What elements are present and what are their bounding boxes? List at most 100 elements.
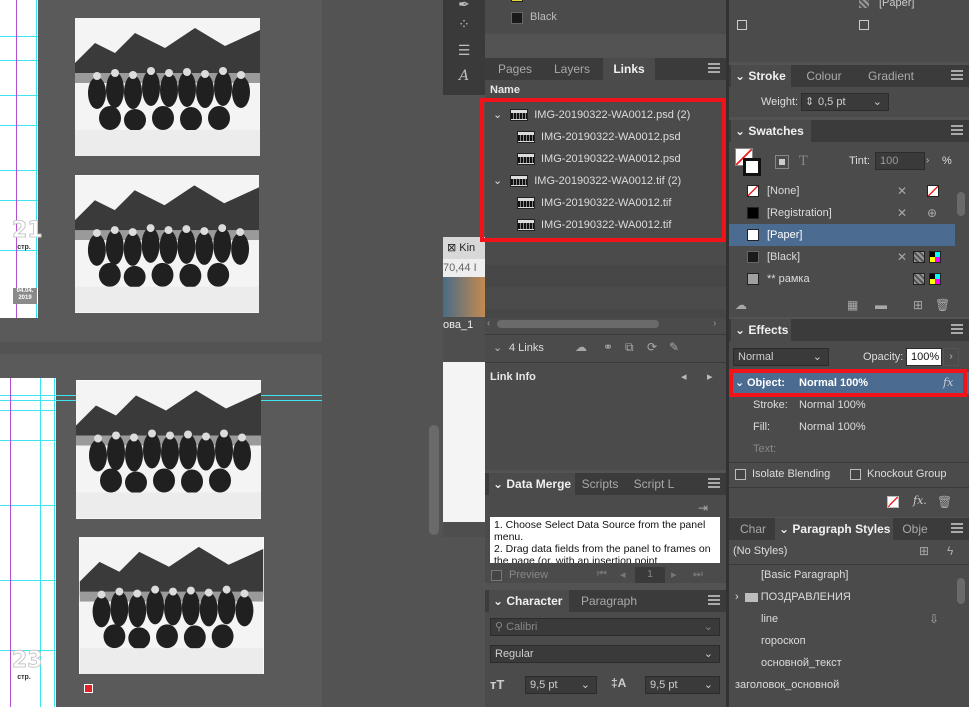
preview-checkbox[interactable]: [491, 570, 502, 581]
list-item[interactable]: [Basic Paragraph]: [729, 564, 955, 586]
clear-effects-icon[interactable]: [887, 496, 899, 508]
tab-paragraph[interactable]: Paragraph: [569, 590, 649, 612]
fx-icon[interactable]: fx.: [913, 494, 927, 507]
panel-menu-icon[interactable]: [708, 478, 720, 488]
close-icon[interactable]: ⊠: [447, 242, 456, 254]
isolate-blending-checkbox[interactable]: [735, 469, 746, 480]
list-item[interactable]: line ⇩: [729, 608, 955, 630]
swatches-scrollbar[interactable]: [957, 192, 965, 216]
tab-character[interactable]: ⌄ Character: [489, 590, 569, 612]
last-record-icon[interactable]: ⏭: [693, 568, 703, 581]
links-column-header[interactable]: Name: [490, 84, 520, 96]
list-item[interactable]: гороскоп: [729, 630, 955, 652]
stroke-weight-field[interactable]: ⇕ 0,5 pt ⌄: [801, 93, 889, 111]
relink-icon[interactable]: ⚭: [603, 340, 613, 354]
chevron-right-icon[interactable]: ›: [926, 152, 936, 170]
formatting-text-icon[interactable]: T: [799, 154, 808, 169]
list-item[interactable]: [Registration] ✕ ⊕: [729, 202, 955, 224]
chevron-down-icon[interactable]: ⌄: [493, 341, 502, 354]
list-item[interactable]: › ПОЗДРАВЛЕНИЯ: [729, 586, 955, 608]
formatting-container-icon[interactable]: [775, 155, 789, 169]
leading-field[interactable]: 9,5 pt ⌄: [645, 676, 720, 694]
document-canvas[interactable]: 21 стр. 04.04. 2019 23 стр.: [0, 0, 443, 707]
trash-icon[interactable]: 🗑: [935, 298, 950, 312]
blend-mode-select[interactable]: Normal ⌄: [733, 348, 829, 366]
chevron-right-icon[interactable]: ›: [713, 318, 716, 329]
data-source-icon[interactable]: ⇥: [698, 501, 708, 515]
stepper-icon[interactable]: ⇕: [805, 94, 814, 110]
list-item[interactable]: основной_текст: [729, 652, 955, 674]
record-number-field[interactable]: 1: [635, 567, 665, 583]
new-folder-icon[interactable]: ▬: [875, 298, 887, 312]
next-icon[interactable]: ▸: [707, 370, 713, 383]
effects-row-text[interactable]: Text:: [729, 438, 969, 460]
tab-script-label[interactable]: Script L: [625, 473, 683, 495]
font-size-field[interactable]: 9,5 pt ⌄: [525, 676, 597, 694]
chevron-left-icon[interactable]: ‹: [487, 318, 490, 329]
list-item[interactable]: [Paper]: [729, 224, 955, 246]
frame-icon[interactable]: [859, 20, 869, 30]
show-swatches-icon[interactable]: ▦: [847, 298, 858, 312]
previous-record-icon[interactable]: ◂: [620, 568, 626, 581]
fill-stroke-proxy-icon[interactable]: [735, 148, 761, 176]
tab-character-styles[interactable]: Char: [731, 518, 775, 540]
tab-swatches[interactable]: ⌄ Swatches: [731, 120, 811, 142]
list-item[interactable]: заголовок_основной: [729, 674, 955, 696]
quick-apply-icon[interactable]: ϟ: [947, 544, 953, 558]
tab-layers[interactable]: Layers: [541, 58, 603, 80]
link-info-label[interactable]: Link Info: [490, 371, 536, 383]
panel-menu-icon[interactable]: [951, 70, 963, 80]
edit-original-icon[interactable]: ✎: [669, 340, 679, 354]
frame-icon[interactable]: [737, 20, 747, 30]
panel-menu-icon[interactable]: [951, 523, 963, 533]
knockout-group-checkbox[interactable]: [850, 469, 861, 480]
tab-object-styles[interactable]: Obje: [893, 518, 937, 540]
overset-text-icon[interactable]: [84, 684, 93, 693]
goto-link-icon[interactable]: ⧉: [625, 340, 634, 354]
tab-effects[interactable]: ⌄ Effects: [731, 319, 791, 341]
tab-links[interactable]: Links: [603, 58, 655, 80]
graph-tool-icon[interactable]: ⁘: [443, 16, 485, 33]
list-item[interactable]: ** рамка: [729, 268, 955, 290]
chevron-right-icon[interactable]: ›: [735, 591, 742, 603]
photo-frame[interactable]: [79, 537, 264, 674]
list-item[interactable]: [None] ✕: [729, 180, 955, 202]
align-tool-icon[interactable]: ☰: [443, 42, 485, 59]
panel-menu-icon[interactable]: [708, 595, 720, 605]
font-family-field[interactable]: ⚲ Calibri ⌄: [490, 618, 720, 636]
trash-icon[interactable]: 🗑: [937, 495, 952, 509]
first-record-icon[interactable]: ⏮: [597, 568, 607, 581]
document-tab[interactable]: ⊠ Kin: [443, 237, 485, 259]
chevron-right-icon[interactable]: ›: [943, 348, 959, 366]
cloud-icon[interactable]: ☁: [735, 298, 747, 312]
tab-scripts[interactable]: Scripts: [575, 473, 625, 495]
photo-frame[interactable]: [75, 18, 260, 156]
panel-menu-icon[interactable]: [708, 63, 720, 73]
tint-field[interactable]: 100: [875, 152, 925, 170]
photo-frame[interactable]: [75, 175, 259, 313]
black-swatch-label[interactable]: Black: [530, 11, 557, 23]
canvas-scrollbar[interactable]: [429, 425, 439, 535]
tab-stroke[interactable]: ⌄ Stroke: [731, 65, 791, 87]
effects-row-fill[interactable]: Fill: Normal 100%: [729, 416, 969, 438]
tab-data-merge[interactable]: ⌄ Data Merge: [489, 473, 575, 495]
tab-paragraph-styles[interactable]: ⌄ Paragraph Styles: [775, 518, 893, 540]
photo-frame[interactable]: [76, 380, 261, 519]
pen-tool-icon[interactable]: ✒: [443, 0, 485, 13]
opacity-field[interactable]: 100%: [906, 348, 942, 366]
tab-pages[interactable]: Pages: [489, 58, 541, 80]
character-styles-icon[interactable]: A: [443, 68, 485, 84]
new-style-from-selection-icon[interactable]: ⊞: [919, 544, 929, 558]
previous-icon[interactable]: ◂: [681, 370, 687, 383]
links-horizontal-scrollbar[interactable]: [497, 320, 659, 328]
next-record-icon[interactable]: ▸: [671, 568, 677, 581]
panel-menu-icon[interactable]: [951, 324, 963, 334]
tab-gradient[interactable]: Gradient: [857, 65, 925, 87]
tab-colour[interactable]: Colour: [791, 65, 857, 87]
new-swatch-icon[interactable]: ⊞: [913, 298, 923, 312]
effects-row-stroke[interactable]: Stroke: Normal 100%: [729, 394, 969, 416]
list-item[interactable]: [Black] ✕: [729, 246, 955, 268]
font-style-field[interactable]: Regular ⌄: [490, 645, 720, 663]
panel-menu-icon[interactable]: [951, 125, 963, 135]
paragraph-styles-scrollbar[interactable]: [957, 578, 965, 604]
